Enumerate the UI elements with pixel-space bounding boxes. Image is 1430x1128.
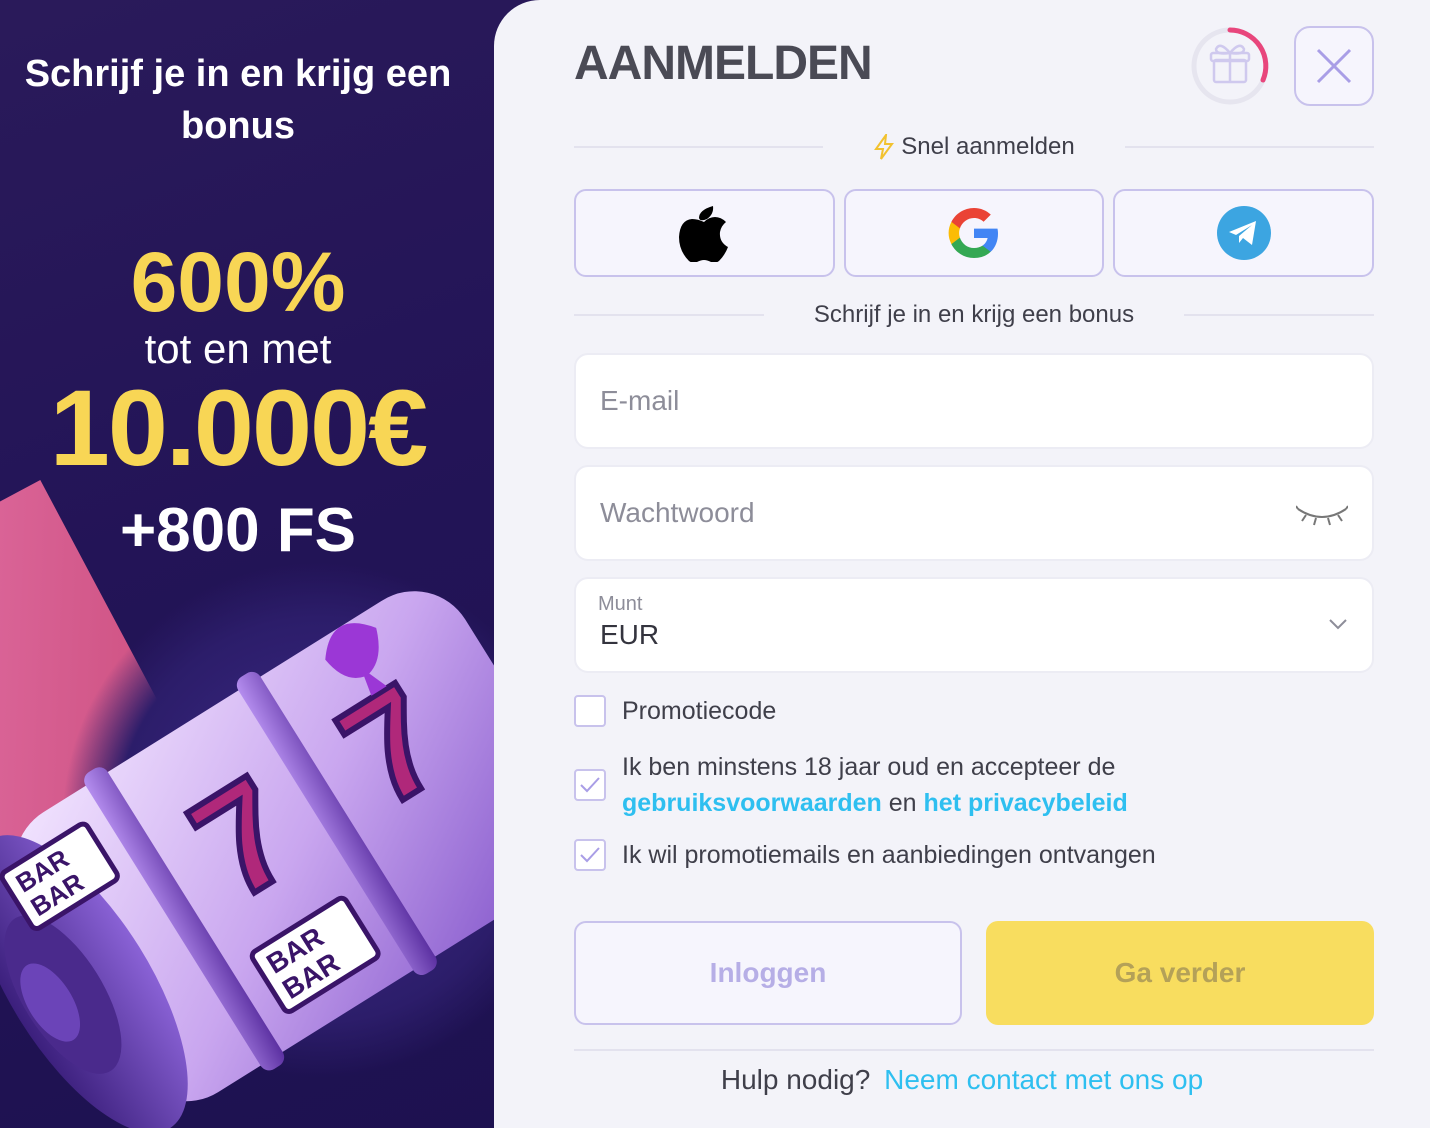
terms-of-use-link[interactable]: gebruiksvoorwaarden [622,789,882,817]
terms-row: Ik ben minstens 18 jaar oud en accepteer… [574,751,1374,821]
quick-signup-label: Snel aanmelden [901,133,1075,160]
currency-dropdown-toggle[interactable] [1328,617,1348,636]
login-button[interactable]: Inloggen [574,921,962,1025]
terms-text: Ik ben minstens 18 jaar oud en accepteer… [622,749,1374,821]
promo-code-row: Promotiecode [574,695,1374,729]
social-login-row [574,189,1375,277]
apple-icon [679,206,729,262]
checkmark-icon [580,847,600,863]
gift-icon [1191,27,1269,105]
promo-code-label[interactable]: Promotiecode [622,693,776,729]
close-icon [1316,48,1352,84]
gift-bonus-button[interactable] [1190,26,1270,106]
currency-label: Munt [598,593,643,615]
bottom-divider [574,1049,1374,1051]
email-field[interactable]: E-mail [574,353,1374,449]
google-login-button[interactable] [843,189,1105,277]
modal-heading: AANMELDEN [574,37,873,90]
signup-bonus-label: Schrijf je in en krijg een bonus [813,301,1135,328]
promo-emails-row: Ik wil promotiemails en aanbiedingen ont… [574,839,1374,873]
signup-modal: AANMELDEN Snel aanmelden Schrijf je in e… [494,0,1430,1128]
apple-login-button[interactable] [574,189,835,277]
continue-button[interactable]: Ga verder [986,921,1374,1025]
eye-closed-icon [1295,505,1349,526]
password-visibility-toggle[interactable] [1295,497,1349,536]
checkmark-icon [580,777,600,793]
telegram-login-button[interactable] [1113,189,1375,277]
promo-amount: 10.000€ [49,367,428,488]
promo-title: Schrijf je in en krijg een bonus [24,53,452,147]
promo-emails-label[interactable]: Ik wil promotiemails en aanbiedingen ont… [622,837,1156,873]
help-row: Hulp nodig? Neem contact met ons op [494,1064,1430,1096]
telegram-icon [1216,206,1271,260]
currency-value: EUR [600,619,660,650]
chevron-down-icon [1329,619,1347,630]
currency-select[interactable]: Munt EUR [574,577,1374,673]
close-button[interactable] [1294,26,1374,106]
terms-text-before: Ik ben minstens 18 jaar oud en accepteer… [622,753,1116,781]
promo-panel: Schrijf je in en krijg een bonus 600% to… [0,0,540,1128]
slot-machine-illustration: 7 7 BAR BAR BAR BAR [0,591,500,1128]
lightning-icon [874,134,895,160]
promo-code-checkbox[interactable] [574,695,606,727]
signup-bonus-divider: Schrijf je in en krijg een bonus [574,295,1374,335]
privacy-policy-link[interactable]: het privacybeleid [924,789,1128,817]
promo-emails-checkbox[interactable] [574,839,606,871]
email-placeholder: E-mail [600,385,680,416]
promo-percent: 600% [130,235,346,329]
promo-free-spins: +800 FS [119,496,357,565]
google-icon [948,208,998,258]
password-placeholder: Wachtwoord [600,497,755,528]
contact-us-link[interactable]: Neem contact met ons op [884,1064,1203,1095]
password-field[interactable]: Wachtwoord [574,465,1374,561]
quick-signup-divider: Snel aanmelden [574,127,1374,167]
help-text: Hulp nodig? [720,1064,871,1095]
terms-checkbox[interactable] [574,769,606,801]
terms-text-middle: en [881,789,924,817]
